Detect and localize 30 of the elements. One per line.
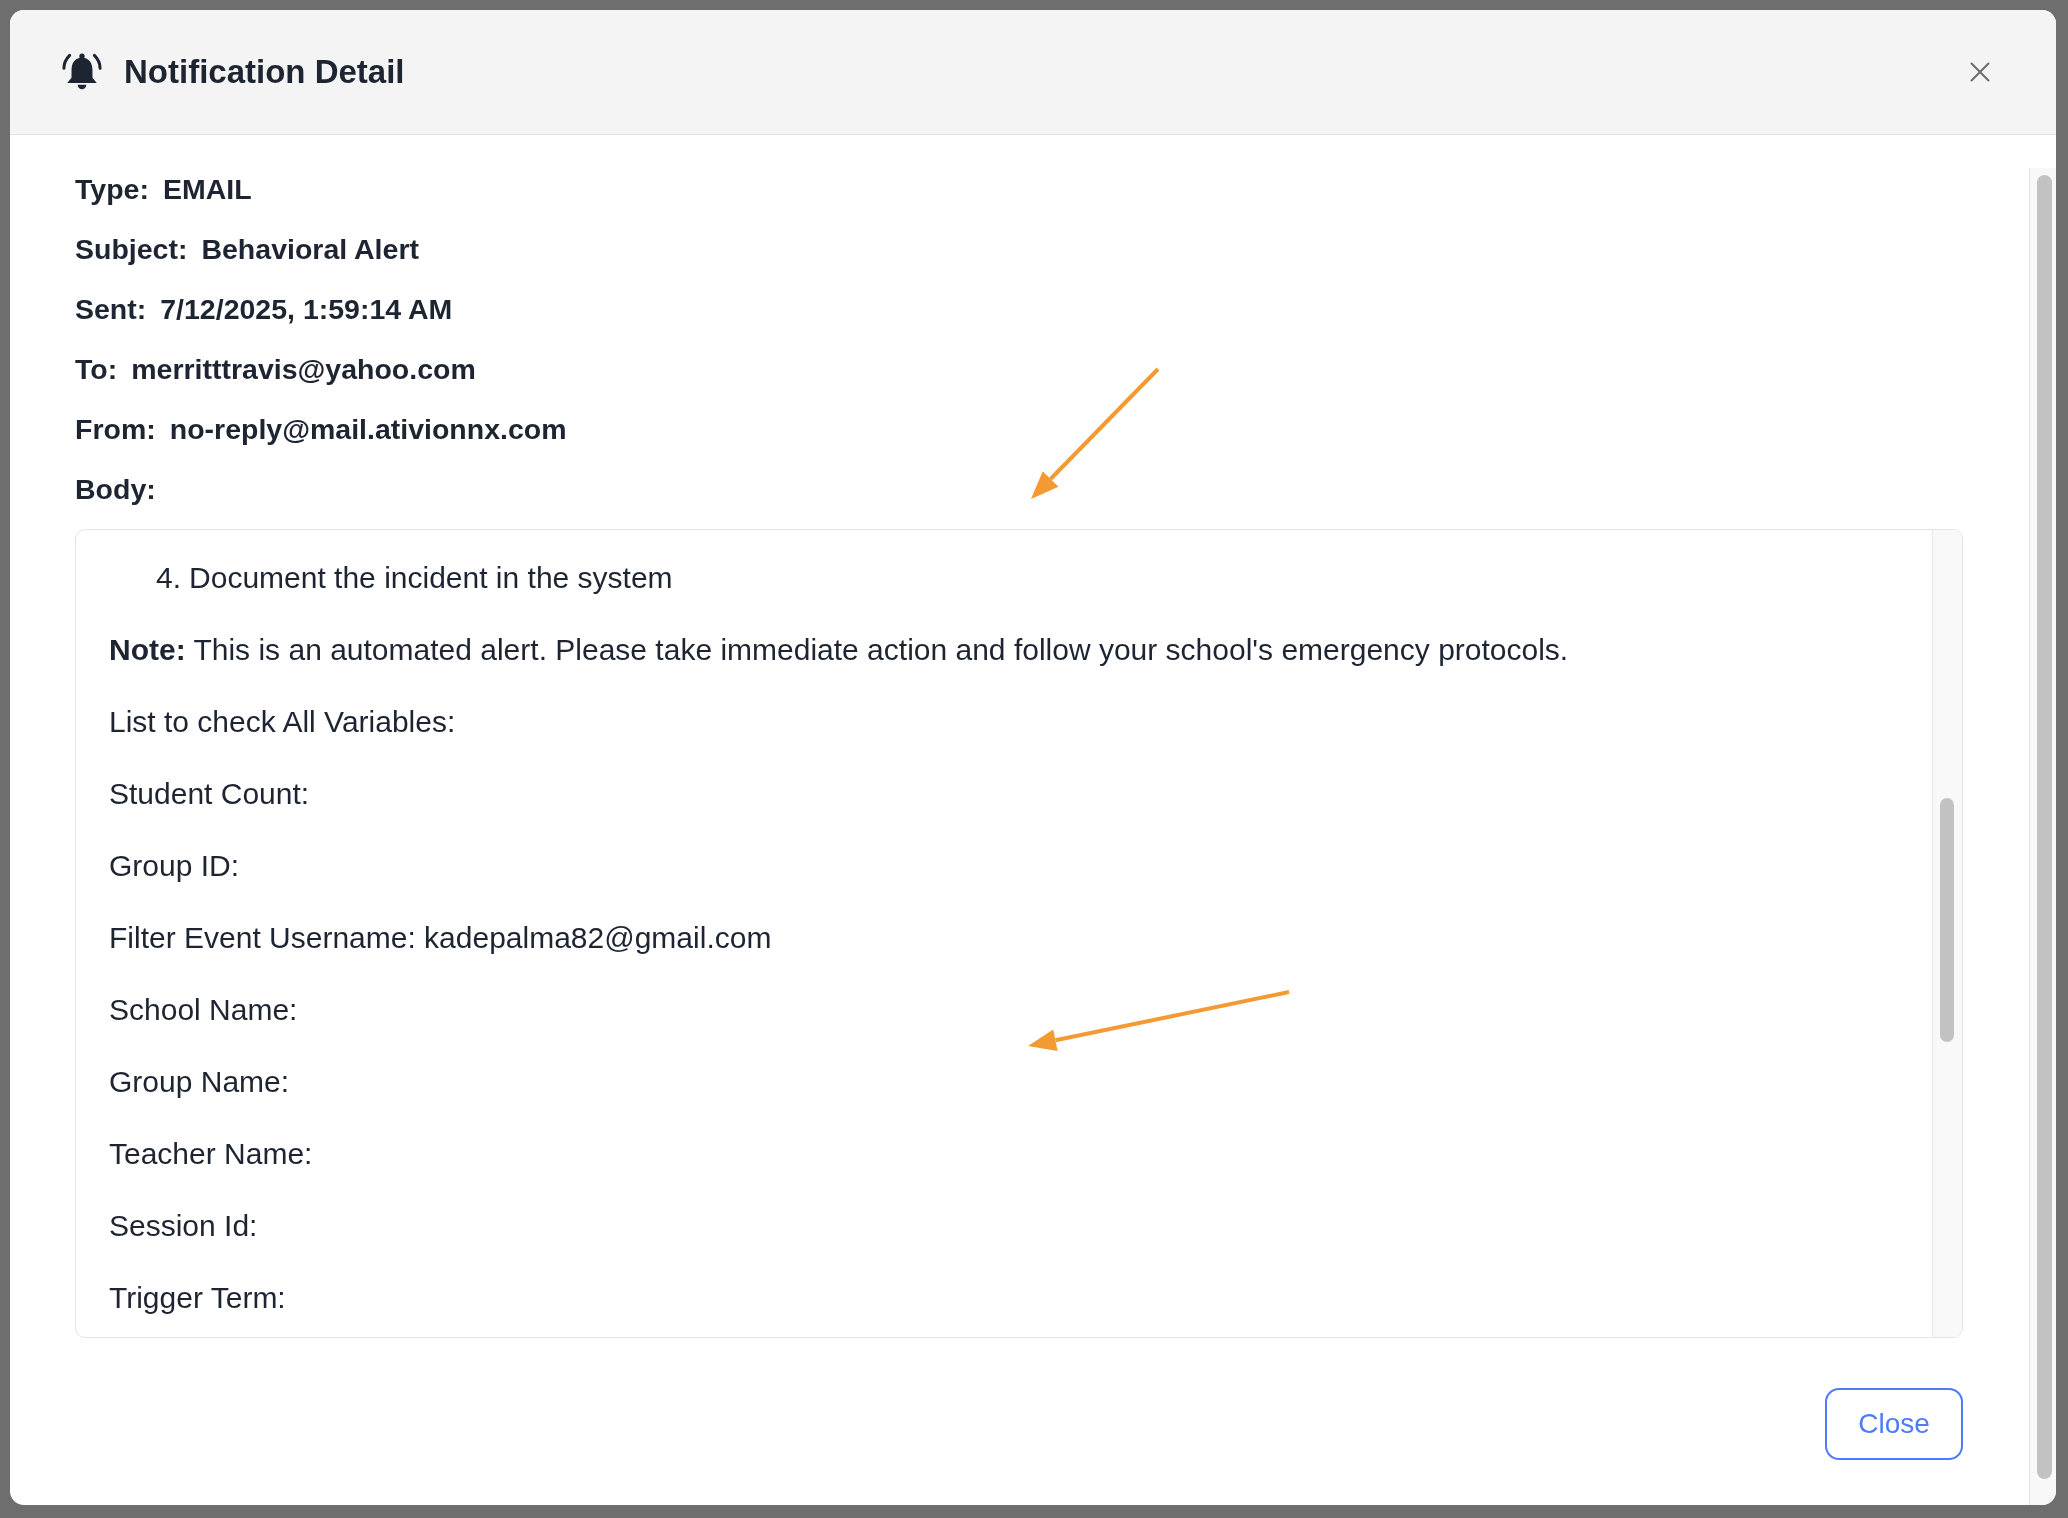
detail-label: Type: [75, 172, 149, 207]
body-paragraph: Teacher Name: [109, 1136, 313, 1172]
detail-value: Behavioral Alert [201, 232, 419, 267]
body-paragraph: Filter Event Username: kadepalma82@gmail.com [109, 920, 772, 956]
detail-value: EMAIL [162, 172, 252, 207]
detail-value: 7/12/2025, 1:59:14 AM [160, 292, 453, 327]
close-icon [1970, 62, 1990, 82]
bell-icon [61, 52, 103, 92]
detail-label: To: [75, 352, 118, 387]
detail-value: no-reply@mail.ativionnx.com [169, 412, 567, 447]
list-number: 4. [156, 560, 182, 596]
body-paragraph: Student Count: [109, 776, 310, 812]
body-paragraph: Group Name: [109, 1064, 290, 1100]
body-paragraph: List to check All Variables: [109, 704, 456, 740]
body-paragraph: Group ID: [109, 848, 240, 884]
dialog-title: Notification Detail [124, 53, 405, 91]
body-paragraph: Session Id: [109, 1208, 258, 1244]
list-item-text: Document the incident in the system [189, 560, 673, 596]
body-paragraph: Trigger Term: [109, 1280, 286, 1316]
scrollbar-thumb[interactable] [1940, 798, 1954, 1042]
close-button[interactable]: Close [1825, 1388, 1963, 1460]
detail-value: merritttravis@yahoo.com [131, 352, 476, 387]
detail-label: From: [75, 412, 156, 447]
detail-label: Sent: [75, 292, 147, 327]
detail-label: Subject: [75, 232, 188, 267]
body-paragraph: Note: This is an automated alert. Please take immediate action and follow your school's emergency protocols. [109, 632, 1569, 668]
header-close-button[interactable] [1970, 62, 1990, 82]
detail-label: Body: [75, 472, 156, 507]
scrollbar-thumb[interactable] [2037, 175, 2052, 1479]
body-paragraph: School Name: [109, 992, 298, 1028]
